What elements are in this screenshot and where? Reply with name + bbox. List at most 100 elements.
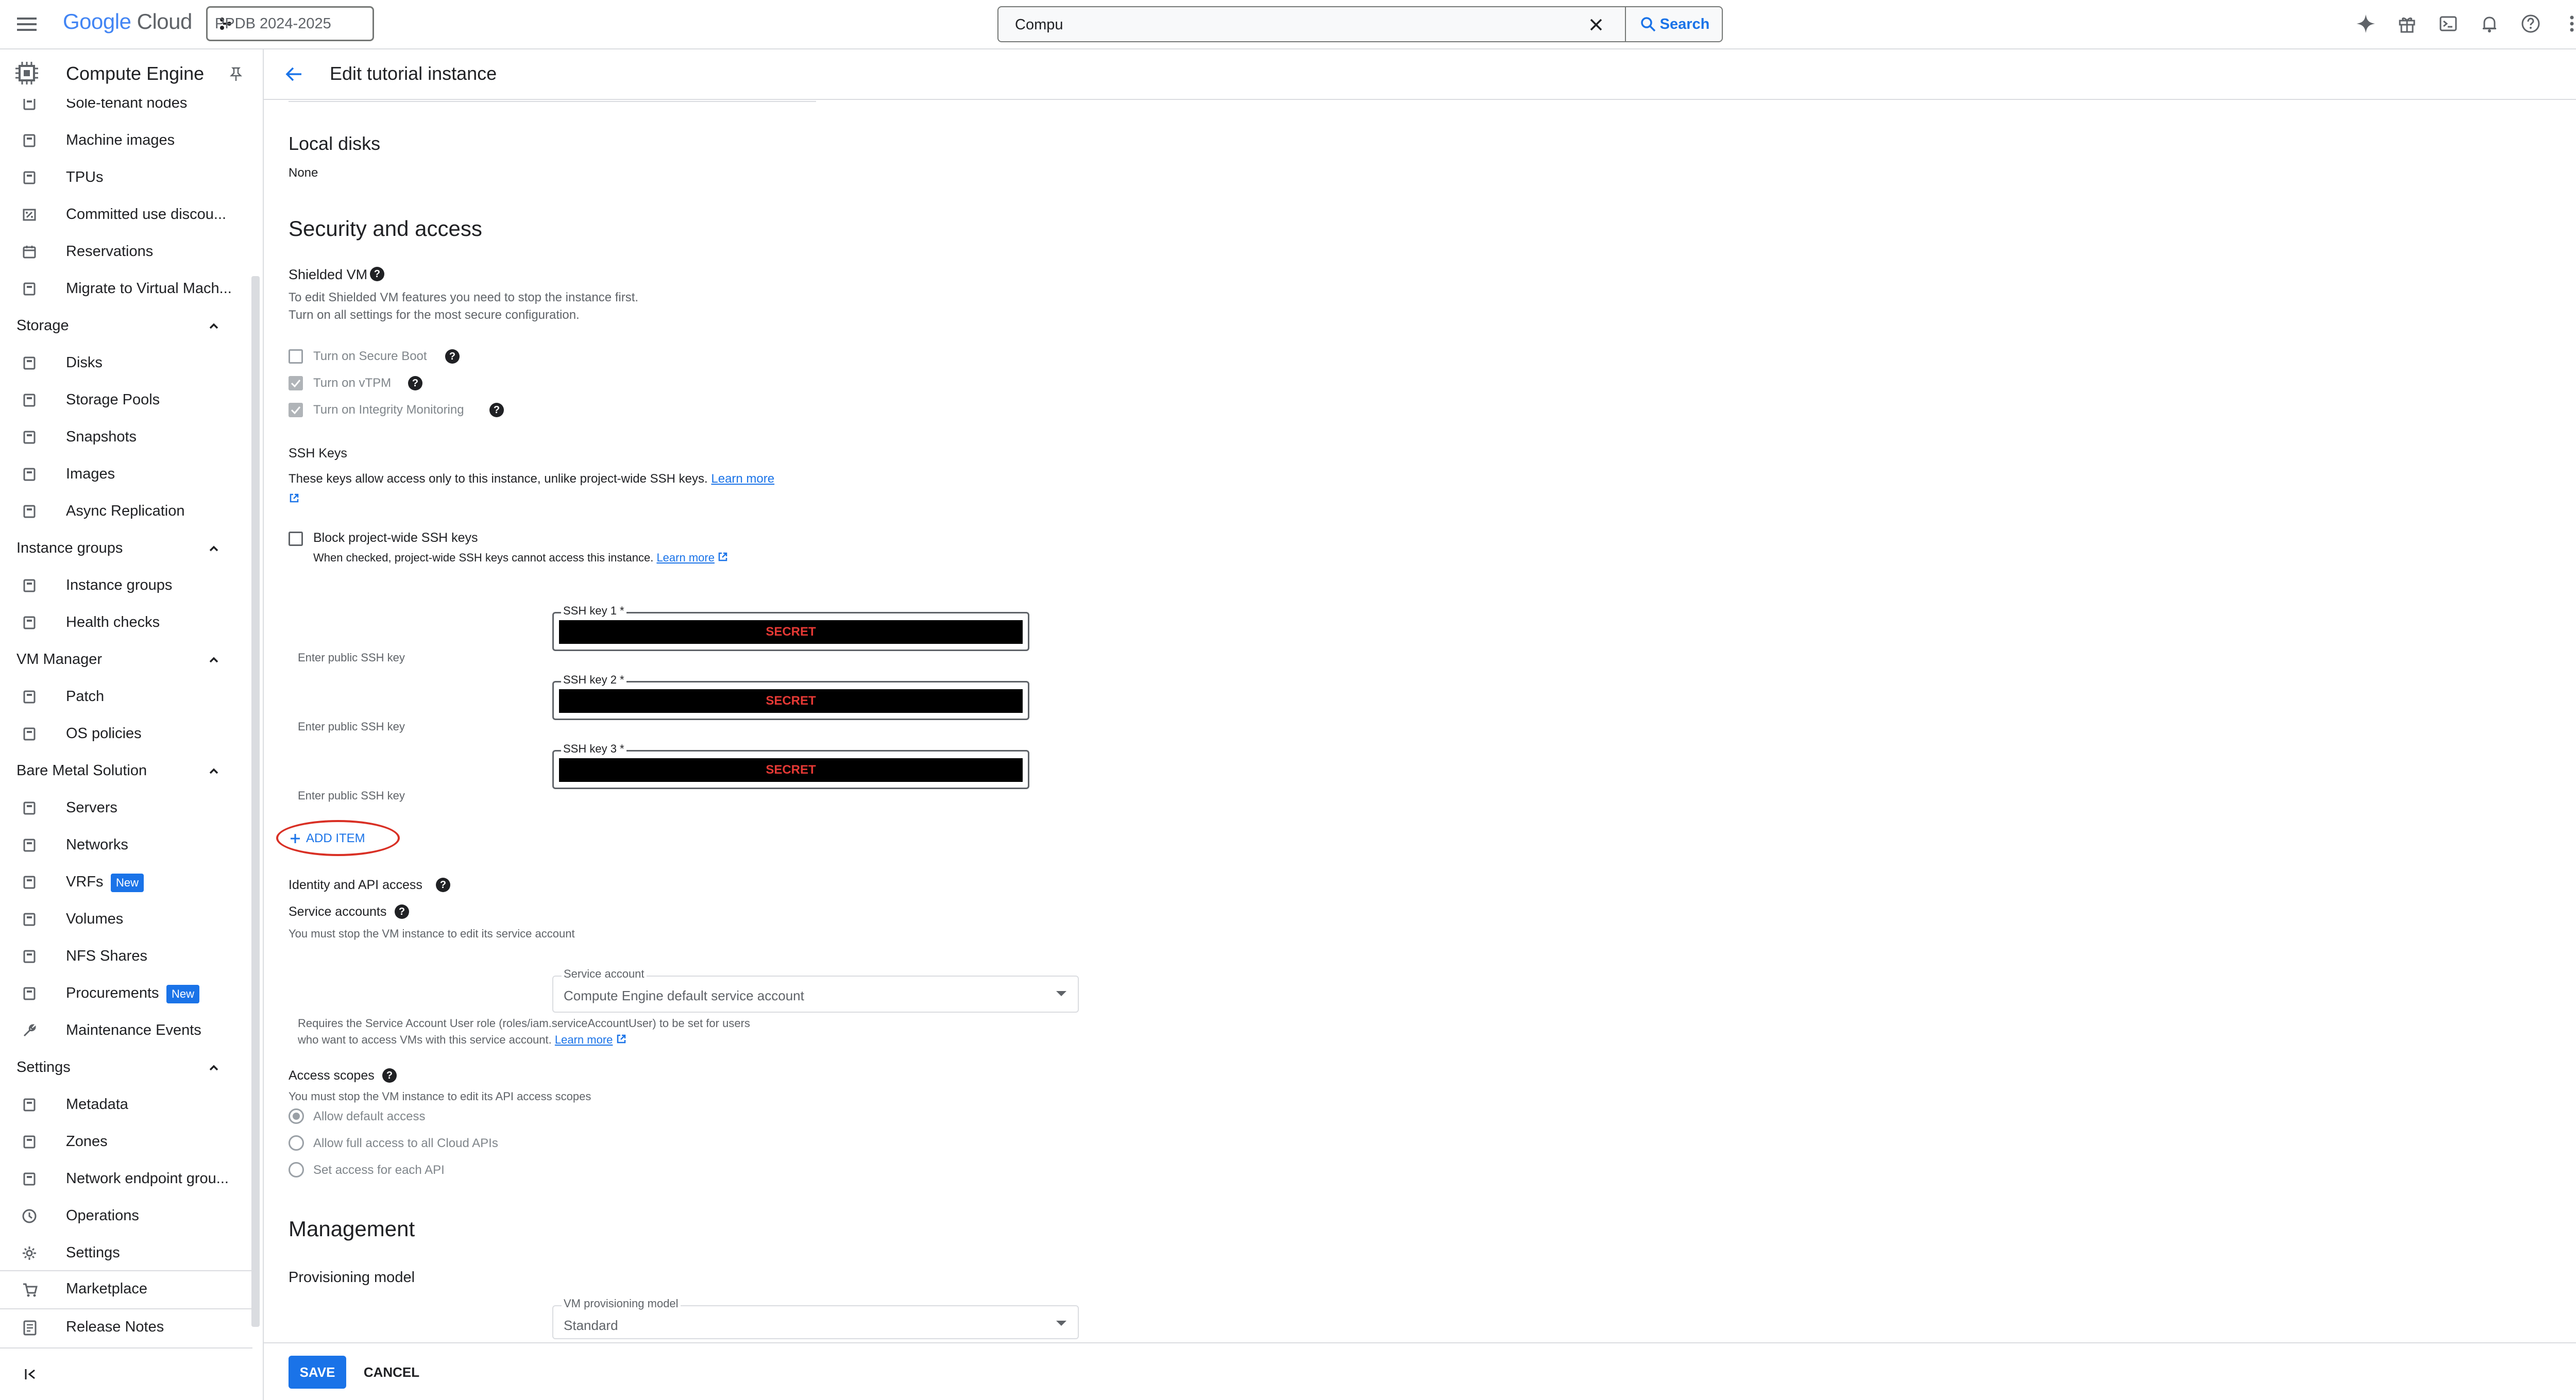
sidebar-item-storage-pools[interactable]: Storage Pools xyxy=(0,382,252,419)
ssh-learn-more-link[interactable]: Learn more xyxy=(711,472,774,486)
sidebar-item-operations[interactable]: Operations xyxy=(0,1198,252,1235)
sidebar-item-async-replication[interactable]: Async Replication xyxy=(0,493,252,531)
sidebar-item-settings[interactable]: Settings xyxy=(0,1235,252,1272)
sidebar-item-release-notes[interactable]: Release Notes xyxy=(0,1309,252,1346)
sidebar-item-disks[interactable]: Disks xyxy=(0,345,252,382)
sidebar-item-marketplace[interactable]: Marketplace xyxy=(0,1271,252,1308)
node-icon xyxy=(22,99,38,112)
sidebar-item-procurements[interactable]: Procurements New xyxy=(0,976,252,1013)
cancel-button[interactable]: CANCEL xyxy=(361,1356,422,1389)
sidebar-item-sole-tenant-nodes[interactable]: Sole-tenant nodes xyxy=(0,99,252,123)
google-cloud-logo[interactable]: Google Cloud xyxy=(63,9,192,34)
ssh-key-3-field[interactable]: SSH key 3 * SECRET xyxy=(552,742,1029,789)
service-accounts-help-icon[interactable]: ? xyxy=(395,904,409,919)
collapse-sidebar-icon[interactable] xyxy=(21,1364,41,1385)
access-scopes-help-icon[interactable]: ? xyxy=(382,1068,397,1083)
sidebar-item-images[interactable]: Images xyxy=(0,456,252,493)
clear-search-icon[interactable] xyxy=(1586,14,1606,35)
sidebar-item-metadata[interactable]: Metadata xyxy=(0,1087,252,1124)
local-disks-heading: Local disks xyxy=(289,133,381,154)
external-link-icon[interactable] xyxy=(616,1034,626,1047)
sidebar-item-label: Volumes xyxy=(66,911,124,927)
sidebar-item-snapshots[interactable]: Snapshots xyxy=(0,419,252,456)
more-vert-icon[interactable] xyxy=(2561,12,2576,35)
hamburger-menu-icon[interactable] xyxy=(15,14,38,35)
scope-default-radio[interactable] xyxy=(289,1108,304,1124)
ssh-key-2-label: SSH key 2 * xyxy=(561,673,626,687)
sidebar-item-os-policies[interactable]: OS policies xyxy=(0,716,252,753)
search-input[interactable] xyxy=(1014,11,1531,38)
ssh-key-1-field[interactable]: SSH key 1 * SECRET xyxy=(552,604,1029,651)
sidebar-item-machine-images[interactable]: Machine images xyxy=(0,123,252,160)
secure-boot-checkbox[interactable] xyxy=(289,349,303,364)
local-disks-value: None xyxy=(289,166,318,180)
scope-each-api-radio[interactable] xyxy=(289,1162,304,1177)
gemini-sparkle-icon[interactable] xyxy=(2354,12,2377,35)
save-button[interactable]: SAVE xyxy=(289,1356,346,1389)
ssh-key-2-field[interactable]: SSH key 2 * SECRET xyxy=(552,673,1029,720)
sidebar-item-health-checks[interactable]: Health checks xyxy=(0,605,252,642)
sidebar-item-volumes[interactable]: Volumes xyxy=(0,901,252,938)
sidebar-item-vrfs[interactable]: VRFs New xyxy=(0,864,252,901)
compute-engine-chip-icon xyxy=(13,60,40,87)
gift-icon[interactable] xyxy=(2396,12,2418,35)
patch-icon xyxy=(22,689,38,706)
ssh-key-3-value[interactable]: SECRET xyxy=(559,758,1023,782)
sidebar-item-label: NFS Shares xyxy=(66,948,147,964)
sidebar-item-tpus[interactable]: TPUs xyxy=(0,160,252,197)
chevron-up-icon xyxy=(206,1060,223,1077)
zones-icon xyxy=(22,1134,38,1151)
sidebar-item-servers[interactable]: Servers xyxy=(0,790,252,827)
integrity-monitoring-checkbox[interactable] xyxy=(289,403,303,417)
sidebar-item-migrate-to-virtual-mach[interactable]: Migrate to Virtual Mach... xyxy=(0,271,252,308)
identity-help-icon[interactable]: ? xyxy=(436,878,450,892)
pin-icon[interactable] xyxy=(227,65,245,83)
notifications-bell-icon[interactable] xyxy=(2478,12,2501,35)
block-project-ssh-keys-checkbox[interactable] xyxy=(289,532,303,546)
management-heading: Management xyxy=(289,1217,415,1241)
back-arrow-icon[interactable] xyxy=(282,63,305,86)
secure-boot-help-icon[interactable]: ? xyxy=(445,349,460,364)
sidebar-section-instance-groups[interactable]: Instance groups xyxy=(0,531,252,568)
notes-icon xyxy=(22,1320,38,1336)
block-ssh-learn-more-link[interactable]: Learn more xyxy=(656,551,715,564)
external-link-icon[interactable] xyxy=(287,491,301,505)
sidebar-nav: Sole-tenant nodes Machine images TPUs Commi… xyxy=(0,99,252,1284)
sidebar-section-vm-manager[interactable]: VM Manager xyxy=(0,642,252,679)
sidebar-item-zones[interactable]: Zones xyxy=(0,1124,252,1161)
sidebar-item-label: Sole-tenant nodes xyxy=(66,99,188,111)
search-button[interactable]: Search xyxy=(1625,6,1724,42)
sidebar-item-label: Operations xyxy=(66,1207,139,1224)
sidebar-item-maintenance-events[interactable]: Maintenance Events xyxy=(0,1013,252,1050)
gear-icon xyxy=(22,1245,38,1262)
sidebar-item-instance-groups[interactable]: Instance groups xyxy=(0,568,252,605)
sidebar-item-label: Disks xyxy=(66,354,103,371)
external-link-icon[interactable] xyxy=(718,552,728,565)
service-account-select[interactable]: Service account Compute Engine default s… xyxy=(552,967,1079,1013)
add-item-button[interactable]: ADD ITEM xyxy=(290,827,365,850)
service-account-learn-more-link[interactable]: Learn more xyxy=(555,1033,613,1046)
shielded-vm-help-icon[interactable]: ? xyxy=(370,267,384,281)
ssh-key-2-value[interactable]: SECRET xyxy=(559,689,1023,713)
sidebar-item-label: Health checks xyxy=(66,614,160,630)
chevron-up-icon xyxy=(206,652,223,669)
sidebar-item-committed-use-discou[interactable]: Committed use discou... xyxy=(0,197,252,234)
sidebar-section-storage[interactable]: Storage xyxy=(0,308,252,345)
sidebar-item-reservations[interactable]: Reservations xyxy=(0,234,252,271)
project-picker-button[interactable]: PPDB 2024-2025 xyxy=(206,6,374,41)
scope-full-radio[interactable] xyxy=(289,1135,304,1151)
sidebar-item-patch[interactable]: Patch xyxy=(0,679,252,716)
sidebar-scrollbar[interactable] xyxy=(251,276,260,1327)
integrity-monitoring-help-icon[interactable]: ? xyxy=(489,403,504,417)
help-circle-icon[interactable] xyxy=(2519,12,2542,35)
cloud-shell-terminal-icon[interactable] xyxy=(2437,12,2460,35)
provisioning-model-select[interactable]: VM provisioning model Standard xyxy=(552,1297,1079,1339)
sidebar-item-networks[interactable]: Networks xyxy=(0,827,252,864)
ssh-key-1-value[interactable]: SECRET xyxy=(559,620,1023,644)
vtpm-checkbox[interactable] xyxy=(289,376,303,390)
sidebar-section-bare-metal-solution[interactable]: Bare Metal Solution xyxy=(0,753,252,790)
sidebar-section-settings[interactable]: Settings xyxy=(0,1050,252,1087)
sidebar-item-nfs-shares[interactable]: NFS Shares xyxy=(0,938,252,976)
sidebar-item-network-endpoint-grou[interactable]: Network endpoint grou... xyxy=(0,1161,252,1198)
vtpm-help-icon[interactable]: ? xyxy=(408,376,422,390)
